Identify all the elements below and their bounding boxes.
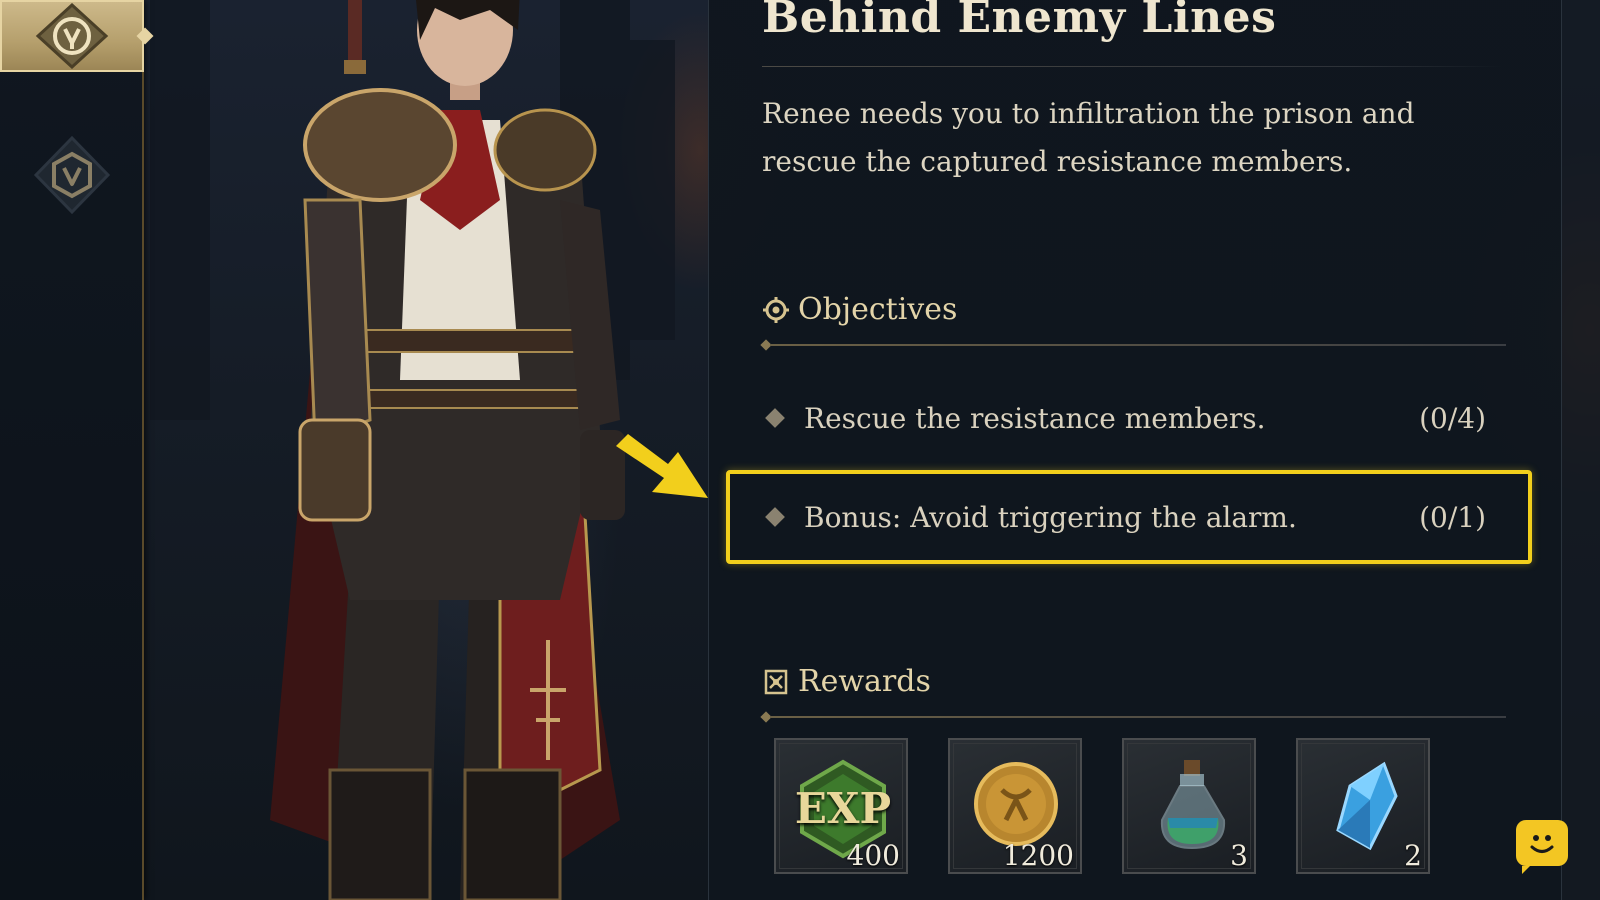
objectives-divider — [760, 339, 1506, 351]
exp-label: EXP — [794, 784, 892, 833]
reward-quantity: 1200 — [1002, 839, 1074, 872]
diamond-bullet-icon — [765, 408, 785, 428]
reward-crystal[interactable]: 2 — [1296, 738, 1430, 874]
objective-progress: (0/4) — [1419, 401, 1486, 435]
compass-emblem-icon — [33, 136, 111, 214]
rewards-divider — [760, 711, 1506, 723]
rewards-heading: Rewards — [762, 664, 931, 699]
rewards-trophy-icon — [764, 669, 788, 694]
reward-potion[interactable]: 3 — [1122, 738, 1256, 874]
reward-exp[interactable]: EXP 400 — [774, 738, 908, 874]
objectives-heading: Objectives — [762, 292, 957, 327]
quest-description: Renee needs you to infiltration the pris… — [762, 97, 1415, 178]
objective-text: Rescue the resistance members. — [804, 401, 1266, 435]
objectives-heading-label: Objectives — [798, 292, 958, 327]
reward-quantity: 3 — [1230, 839, 1248, 872]
smiley-icon — [1530, 835, 1554, 853]
quest-emblem-icon — [35, 3, 109, 69]
tab-quest-secondary[interactable] — [0, 136, 144, 214]
objectives-gear-icon — [763, 296, 789, 323]
reward-gold[interactable]: 1200 — [948, 738, 1082, 874]
objective-item[interactable]: Rescue the resistance members. (0/4) — [762, 396, 1486, 440]
side-menu — [0, 0, 144, 900]
reward-quantity: 400 — [846, 839, 900, 872]
rewards-heading-label: Rewards — [798, 664, 931, 699]
reward-quantity: 2 — [1404, 839, 1422, 872]
bonus-objective-highlight — [726, 470, 1532, 564]
tab-quest-active[interactable] — [0, 0, 144, 72]
title-divider — [762, 66, 1502, 67]
quest-title: Behind Enemy Lines — [762, 0, 1277, 43]
chat-assistant-button[interactable] — [1516, 820, 1568, 874]
pointer-arrow-icon — [616, 434, 708, 498]
